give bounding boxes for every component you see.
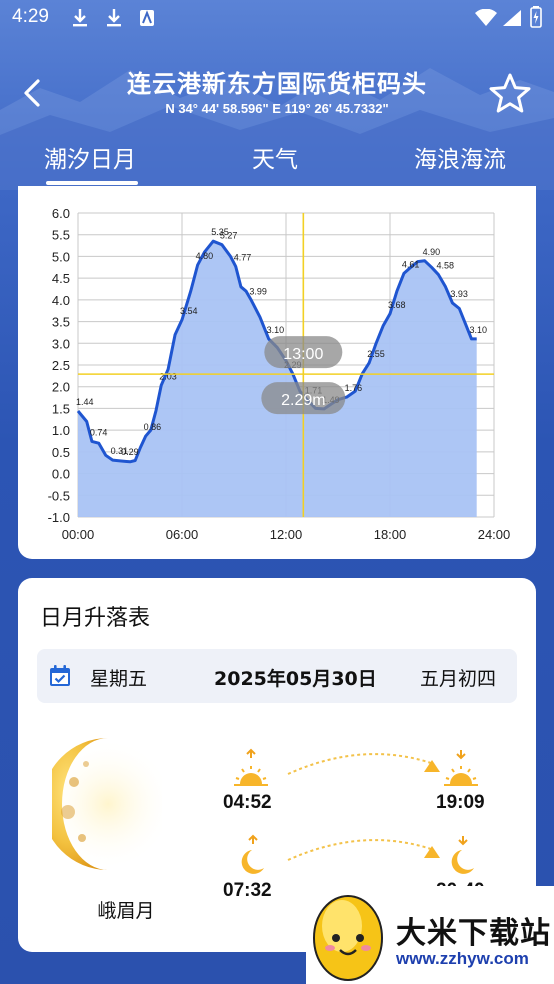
y-tick-label: 3.5 — [52, 315, 70, 330]
tide-chart-card: 6.0 5.5 5.0 4.5 4.0 3.5 3.0 2.5 2.0 1.5 1.0 0.5 0.0 -… — [18, 186, 536, 559]
y-tick-label: -0.5 — [48, 488, 70, 503]
tide-value-label: 4.61 — [402, 259, 420, 269]
y-tick-label: 1.0 — [52, 423, 70, 438]
y-tick-label: 2.5 — [52, 358, 70, 373]
tide-value-label: 3.68 — [388, 300, 406, 310]
download-icon — [73, 9, 87, 27]
y-tick-label: 4.0 — [52, 293, 70, 308]
section-title: 日月升落表 — [40, 606, 151, 631]
watermark: 大米下载站 www.zzhyw.com — [306, 886, 554, 984]
tide-area — [78, 241, 477, 517]
date: 2025年05月30日 — [214, 668, 377, 690]
sunset-time: 19:09 — [436, 792, 485, 813]
tide-value-label: 3.93 — [450, 289, 468, 299]
tide-value-label: 0.29 — [121, 447, 139, 457]
y-tick-label: 1.5 — [52, 401, 70, 416]
x-tick-label: 06:00 — [166, 527, 199, 542]
sunrise-time: 04:52 — [223, 792, 272, 813]
tab-waves-currents[interactable]: 海浪海流 — [414, 140, 506, 174]
tide-value-label: 4.58 — [437, 261, 455, 271]
x-tick-label: 00:00 — [62, 527, 95, 542]
tide-value-label: 2.55 — [367, 349, 385, 359]
tide-value-label: 3.99 — [249, 286, 267, 296]
download-icon — [107, 9, 121, 27]
location-coordinates: N 34° 44' 58.596" E 119° 26' 45.7332" — [165, 101, 389, 116]
x-tick-label: 18:00 — [374, 527, 407, 542]
tide-value-label: 3.10 — [469, 325, 487, 335]
tide-value-label: 4.90 — [423, 247, 441, 257]
weekday: 星期五 — [90, 668, 148, 690]
tide-value-label: 3.54 — [180, 306, 198, 316]
favorite-star-icon[interactable] — [488, 72, 532, 114]
x-tick-label: 24:00 — [478, 527, 511, 542]
moonrise-time: 07:32 — [223, 880, 272, 901]
tab-tide-sun-moon[interactable]: 潮汐日月 — [44, 140, 136, 174]
y-tick-label: 5.5 — [52, 228, 70, 243]
y-tick-label: 3.0 — [52, 336, 70, 351]
page-title: 连云港新东方国际货柜码头 — [127, 70, 427, 98]
status-time: 4:29 — [12, 6, 49, 27]
status-bar: 4:29 — [0, 0, 554, 38]
battery-icon — [530, 6, 542, 28]
y-tick-label: 0.0 — [52, 467, 70, 482]
tide-value-label: 5.27 — [220, 231, 238, 241]
sunset-icon — [444, 750, 478, 786]
y-tick-label: 4.5 — [52, 271, 70, 286]
active-tab-indicator — [46, 181, 138, 185]
app-notification-icon — [140, 10, 154, 26]
tide-value-label: 1.76 — [345, 383, 363, 393]
y-tick-label: 0.5 — [52, 445, 70, 460]
tide-value-label: 2.03 — [159, 371, 177, 381]
moon-arc — [287, 839, 440, 861]
tide-value-label: 1.44 — [76, 397, 94, 407]
x-tick-label: 12:00 — [270, 527, 303, 542]
tide-value-label: 4.77 — [234, 252, 252, 262]
sunrise-icon — [234, 748, 268, 786]
y-tick-label: 6.0 — [52, 206, 70, 221]
y-tick-label: 5.0 — [52, 249, 70, 264]
watermark-name: 大米下载站 — [396, 916, 551, 951]
moon-phase-icon — [52, 738, 162, 870]
date-selector[interactable]: 星期五 2025年05月30日 五月初四 — [37, 649, 517, 703]
crosshair-value: 2.29m — [281, 392, 325, 409]
moonrise-icon — [241, 834, 264, 874]
y-tick-label: 2.0 — [52, 380, 70, 395]
crosshair-time: 13:00 — [283, 346, 323, 363]
back-arrow-icon[interactable] — [18, 76, 48, 110]
signal-icon — [503, 10, 521, 26]
tab-weather[interactable]: 天气 — [252, 140, 298, 174]
rice-mascot-logo — [313, 895, 383, 981]
calendar-icon[interactable] — [49, 665, 71, 687]
moon-phase-name: 峨眉月 — [97, 900, 155, 922]
lunar-date: 五月初四 — [420, 668, 497, 690]
watermark-url: www.zzhyw.com — [396, 949, 529, 968]
y-tick-label: -1.0 — [48, 510, 70, 525]
tide-value-label: 0.86 — [144, 422, 162, 432]
tide-value-label: 0.74 — [90, 427, 108, 437]
sun-arc — [287, 753, 440, 775]
tide-chart[interactable]: 6.0 5.5 5.0 4.5 4.0 3.5 3.0 2.5 2.0 1.5 1.0 0.5 0.0 -… — [18, 186, 536, 559]
moonset-icon — [451, 836, 474, 874]
tide-value-label: 4.80 — [196, 251, 214, 261]
tide-value-label: 3.10 — [267, 325, 285, 335]
wifi-icon — [475, 9, 497, 26]
